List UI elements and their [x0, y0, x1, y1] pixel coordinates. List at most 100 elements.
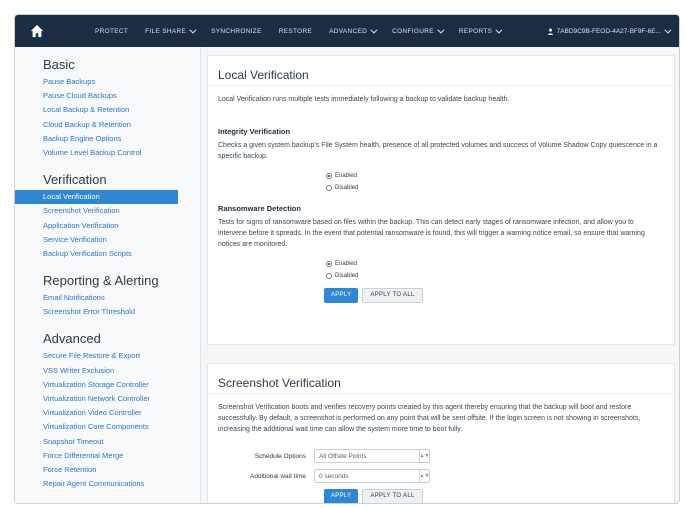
apply-to-all-button[interactable]: APPLY TO ALL — [362, 489, 423, 503]
sidebar-item-volume-level-backup-control[interactable]: Volume Level Backup Control — [15, 146, 200, 160]
nav-item-synchronize[interactable]: SYNCHRONIZE — [211, 28, 262, 35]
top-navigation: PROTECT FILE SHARE SYNCHRONIZE RESTORE ADVAN… — [15, 15, 679, 47]
radio-checked-icon — [326, 261, 332, 267]
ransomware-detection-title: Ransomware Detection — [218, 204, 301, 213]
sidebar-item-force-differential-merge[interactable]: Force Differential Merge — [15, 449, 200, 463]
sidebar-group-title: Advanced — [43, 331, 101, 347]
nav-item-restore[interactable]: RESTORE — [279, 28, 312, 35]
ransomware-disabled-radio[interactable]: Disabled — [326, 270, 664, 282]
sidebar-group-title: Verification — [43, 172, 107, 188]
integrity-enabled-radio[interactable]: Enabled — [326, 170, 664, 182]
sidebar-item-backup-verification-scripts[interactable]: Backup Verification Scripts — [15, 247, 200, 261]
nav-item-reports[interactable]: REPORTS — [458, 26, 503, 35]
radio-label: Enabled — [335, 173, 358, 179]
nav-item-label: CONFIGURE — [392, 27, 434, 35]
account-menu[interactable]: 7ABD9C9B-FEOD-4A27-BF9F-6E... — [547, 15, 672, 47]
main-content: Local Verification Local Verification ru… — [201, 47, 679, 503]
sidebar-item-virtualization-storage-controller[interactable]: Virtualization Storage Controller — [15, 378, 200, 392]
nav-menu: PROTECT FILE SHARE SYNCHRONIZE RESTORE ADVAN… — [95, 15, 517, 47]
additional-wait-select[interactable]: 0 seconds ▲▼ — [314, 469, 430, 483]
screenshot-verification-panel: Screenshot Verification Screenshot Verif… — [207, 363, 675, 503]
nav-item-label: ADVANCED — [329, 27, 368, 35]
nav-item-file-share[interactable]: FILE SHARE — [145, 26, 197, 35]
additional-wait-label: Additional wait time — [250, 472, 306, 480]
integrity-verification-description: Checks a given system backup's File Syst… — [218, 142, 658, 160]
sidebar-item-screenshot-error-threshold[interactable]: Screenshot Error Threshold — [15, 305, 200, 319]
nav-item-label: FILE SHARE — [145, 27, 187, 35]
user-icon — [547, 28, 554, 35]
account-label: 7ABD9C9B-FEOD-4A27-BF9F-6E... — [556, 27, 661, 35]
sidebar-item-virtualization-core-components[interactable]: Virtualization Core Components — [15, 420, 200, 434]
nav-item-label: REPORTS — [458, 27, 493, 35]
screenshot-options-form: Schedule Options All Offsite Points ▲▼ A… — [218, 449, 664, 483]
sidebar-item-service-verification[interactable]: Service Verification — [15, 233, 200, 247]
nav-item-protect[interactable]: PROTECT — [95, 28, 128, 35]
app-window: PROTECT FILE SHARE SYNCHRONIZE RESTORE ADVAN… — [14, 14, 680, 504]
sidebar-group-title: Reporting & Alerting — [43, 273, 159, 289]
sidebar-item-email-notifications[interactable]: Email Notifications — [15, 291, 200, 305]
sidebar-item-virtualization-network-controller[interactable]: Virtualization Network Controller — [15, 392, 200, 406]
radio-checked-icon — [326, 173, 332, 179]
local-verification-panel: Local Verification Local Verification ru… — [207, 55, 675, 345]
sidebar-group-basic: Basic Pause Backups Pause Cloud Backups Loc… — [15, 57, 200, 160]
sidebar-item-cloud-backup-and-retention[interactable]: Cloud Backup & Retention — [15, 118, 200, 132]
sidebar-item-virtualization-video-controller[interactable]: Virtualization Video Controller — [15, 406, 200, 420]
sidebar-item-pause-cloud-backups[interactable]: Pause Cloud Backups — [15, 89, 200, 103]
screenshot-verification-actions: APPLY APPLY TO ALL — [324, 489, 664, 503]
sidebar-item-application-verification[interactable]: Application Verification — [15, 219, 200, 233]
integrity-verification-title: Integrity Verification — [218, 127, 291, 136]
select-arrow-icon: ▲▼ — [419, 450, 429, 462]
sidebar-item-pause-backups[interactable]: Pause Backups — [15, 75, 200, 89]
sidebar-group-advanced: Advanced Secure File Restore & Export VSS … — [15, 331, 200, 491]
panel-title: Screenshot Verification — [208, 364, 674, 394]
panel-description: Local Verification runs multiple tests i… — [218, 96, 510, 103]
schedule-options-row: Schedule Options All Offsite Points ▲▼ — [218, 449, 664, 463]
nav-item-configure[interactable]: CONFIGURE — [392, 26, 445, 35]
nav-item-label: PROTECT — [95, 27, 129, 35]
sidebar-item-backup-engine-options[interactable]: Backup Engine Options — [15, 132, 200, 146]
apply-to-all-button[interactable]: APPLY TO ALL — [362, 288, 423, 303]
ransomware-radio-group: Enabled Disabled — [326, 258, 664, 282]
radio-unchecked-icon — [326, 273, 332, 279]
schedule-options-label: Schedule Options — [254, 452, 306, 460]
chevron-down-icon — [664, 26, 672, 34]
sidebar-item-local-backup-and-retention[interactable]: Local Backup & Retention — [15, 103, 200, 117]
integrity-disabled-radio[interactable]: Disabled — [326, 182, 664, 194]
apply-button[interactable]: APPLY — [324, 489, 359, 503]
sidebar-group-title: Basic — [43, 57, 75, 72]
radio-label: Disabled — [335, 273, 359, 279]
ransomware-enabled-radio[interactable]: Enabled — [326, 258, 664, 270]
sidebar-group-verification: Verification Local Verification Screenshot… — [15, 172, 200, 261]
radio-unchecked-icon — [326, 185, 332, 191]
local-verification-actions: APPLY APPLY TO ALL — [324, 288, 664, 303]
select-arrow-icon: ▲▼ — [419, 470, 429, 482]
panel-title: Local Verification — [208, 56, 674, 86]
sidebar-item-repair-agent-communications[interactable]: Repair Agent Communications — [15, 477, 200, 491]
sidebar-item-local-verification[interactable]: Local Verification — [15, 190, 178, 205]
sidebar-group-reporting-and-alerting: Reporting & Alerting Email Notifications S… — [15, 273, 200, 319]
home-button[interactable] — [15, 15, 59, 47]
sidebar-item-snapshot-timeout[interactable]: Snapshot Timeout — [15, 435, 200, 449]
sidebar-item-force-retention[interactable]: Force Retention — [15, 463, 200, 477]
select-value: All Offsite Points — [319, 452, 367, 460]
integrity-radio-group: Enabled Disabled — [326, 170, 664, 194]
ransomware-detection-description: Tests for signs of ransomware based on f… — [218, 219, 645, 248]
select-value: 0 seconds — [319, 472, 349, 480]
chevron-down-icon — [370, 26, 378, 34]
chevron-down-icon — [495, 26, 503, 34]
settings-sidebar: Basic Pause Backups Pause Cloud Backups Loc… — [15, 47, 201, 503]
chevron-down-icon — [437, 26, 445, 34]
sidebar-item-screenshot-verification[interactable]: Screenshot Verification — [15, 204, 200, 218]
panel-description: Screenshot Verification boots and verifi… — [218, 404, 641, 433]
nav-item-label: SYNCHRONIZE — [211, 27, 262, 35]
apply-button[interactable]: APPLY — [324, 288, 359, 303]
radio-label: Disabled — [335, 185, 359, 191]
chevron-down-icon — [189, 26, 197, 34]
nav-item-label: RESTORE — [278, 27, 313, 35]
sidebar-item-vss-writer-exclusion[interactable]: VSS Writer Exclusion — [15, 364, 200, 378]
radio-label: Enabled — [335, 261, 358, 267]
nav-item-advanced[interactable]: ADVANCED — [329, 26, 378, 35]
additional-wait-row: Additional wait time 0 seconds ▲▼ — [218, 469, 664, 483]
schedule-options-select[interactable]: All Offsite Points ▲▼ — [314, 449, 430, 463]
sidebar-item-secure-file-restore-and-export[interactable]: Secure File Restore & Export — [15, 349, 200, 363]
